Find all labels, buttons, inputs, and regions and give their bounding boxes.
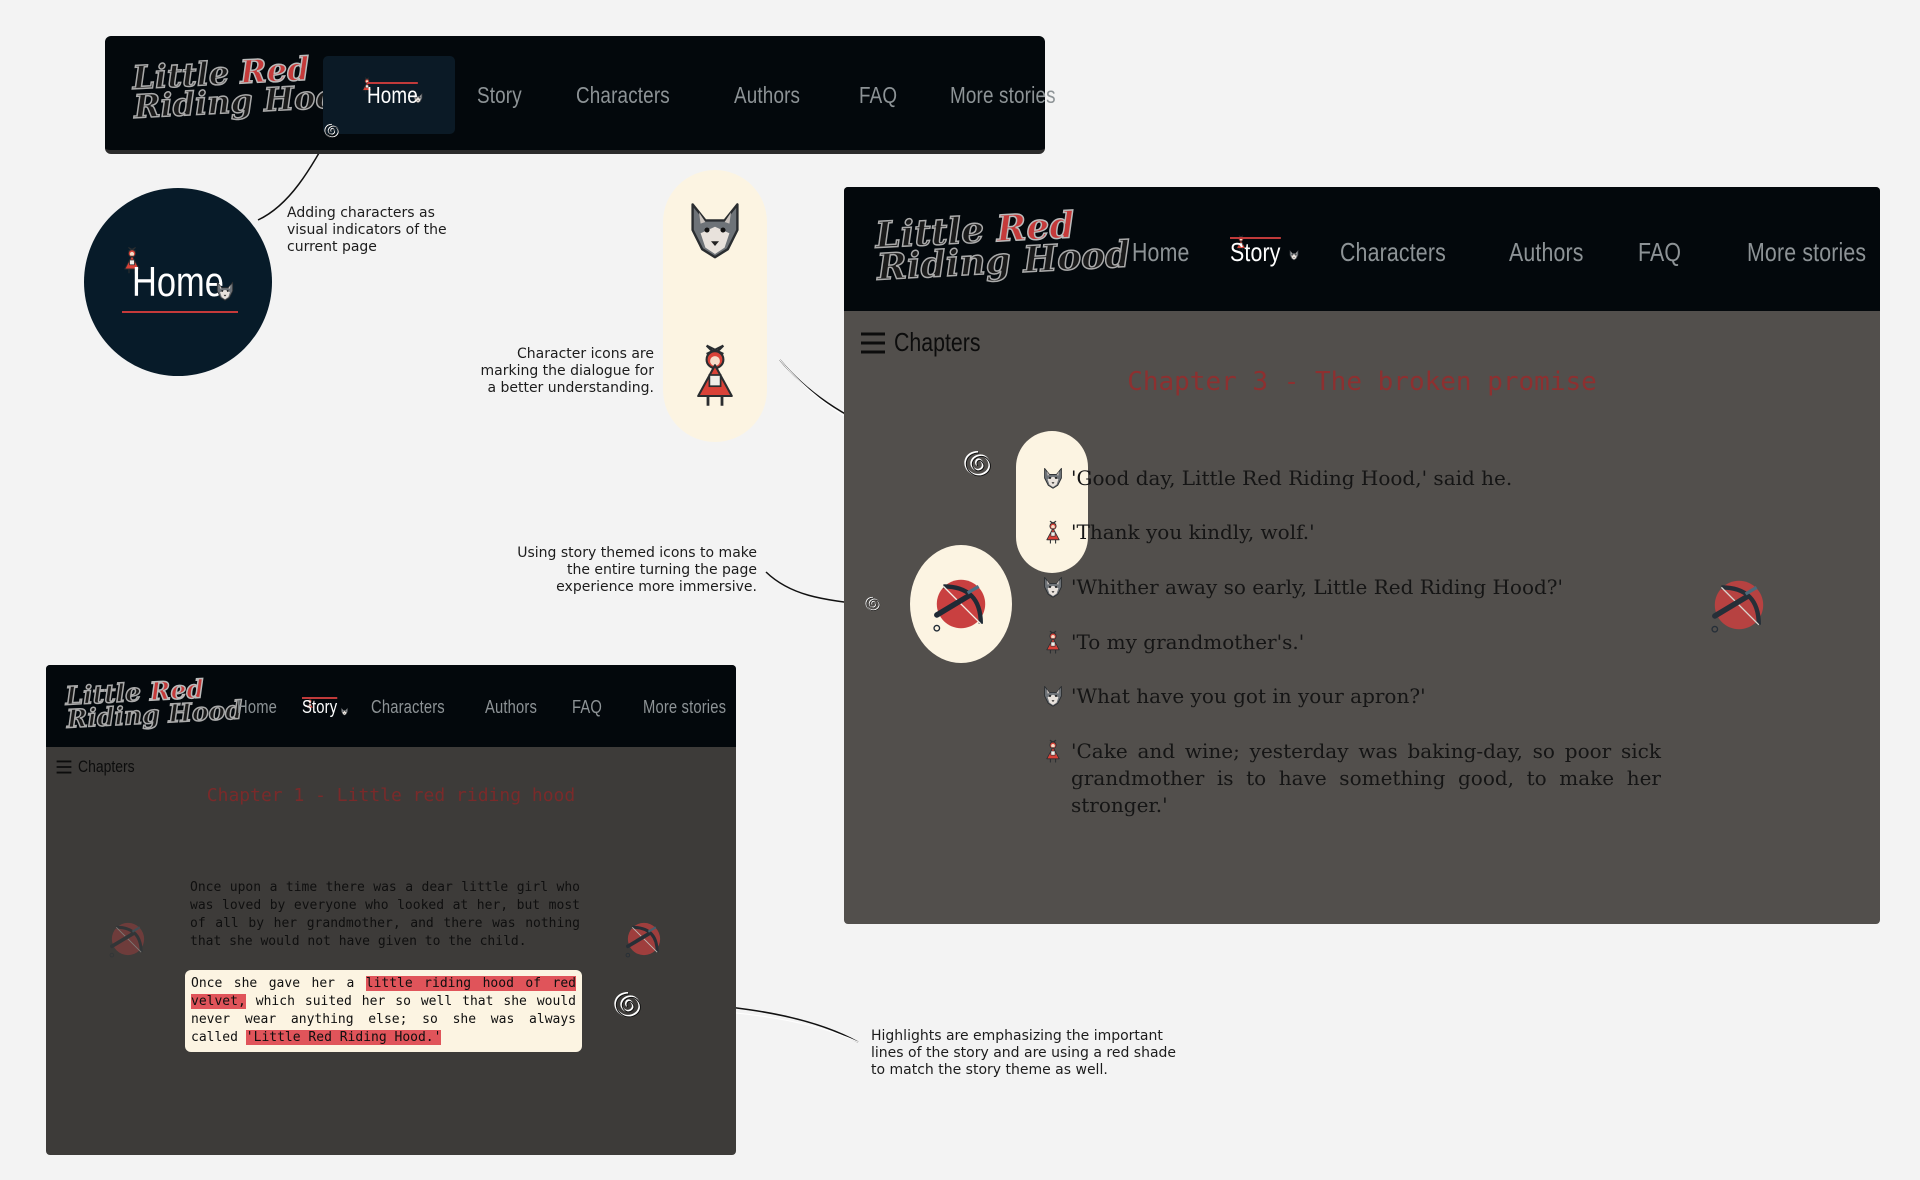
nav-item-authors[interactable]: Authors [485, 697, 537, 718]
nav-item-home[interactable]: Home [237, 697, 277, 718]
scribble-connector-icon [958, 444, 998, 484]
hamburger-menu-icon [861, 332, 885, 353]
nav-item-more-stories[interactable]: More stories [643, 697, 726, 718]
crossbow-icon [106, 917, 150, 961]
wolf-icon [1041, 465, 1065, 491]
chapter-title: Chapter 3 - The broken promise [1127, 367, 1597, 397]
nav-item-faq[interactable]: FAQ [859, 82, 897, 109]
nav-item-story[interactable]: Story [477, 82, 522, 109]
crossbow-highlight-circle [910, 545, 1012, 663]
crossbow-icon [1706, 572, 1772, 638]
wolf-icon [1041, 683, 1065, 709]
dialogue-text: 'To my grandmother's.' [1071, 630, 1305, 654]
dialogue-line: 'Thank you kindly, wolf.' [1041, 519, 1661, 546]
text-highlight: 'Little Red Riding Hood.' [245, 1030, 442, 1045]
wolf-icon [214, 280, 236, 302]
scribble-connector-icon [321, 120, 343, 142]
story-paragraph-2: Once she gave her a little riding hood o… [191, 976, 576, 1045]
nav-item-story[interactable]: Story [301, 696, 338, 718]
site-logo[interactable]: Little Red Riding Hood [873, 204, 1132, 290]
nav-item-authors[interactable]: Authors [734, 82, 800, 109]
chapter-title: Chapter 1 - Little red riding hood [206, 785, 576, 806]
icon-highlight-pill [1016, 431, 1088, 573]
red-riding-hood-icon [1041, 519, 1065, 545]
nav-item-more-stories[interactable]: More stories [950, 82, 1056, 109]
annotation-current-page: Adding characters as visual indicators o… [287, 205, 447, 255]
story-paragraph-1: Once upon a time there was a dear little… [190, 880, 580, 949]
red-riding-hood-icon [687, 335, 743, 415]
chapters-menu-button[interactable]: Chapters [860, 327, 1000, 358]
scribble-connector-icon [608, 985, 648, 1025]
hamburger-menu-icon [56, 760, 72, 774]
chapter1-navbar: Little Red Riding Hood Home Story Charac… [46, 665, 736, 747]
crossbow-icon [622, 917, 666, 961]
magnifier-underline [122, 311, 238, 313]
nav-item-characters[interactable]: Characters [576, 82, 670, 109]
home-magnifier: Home [84, 188, 272, 376]
nav-item-story[interactable]: Story [1230, 236, 1281, 268]
dialogue-line: 'Good day, Little Red Riding Hood,' said… [1041, 465, 1661, 492]
nav-item-more-stories[interactable]: More stories [1747, 237, 1866, 268]
nav-item-characters[interactable]: Characters [371, 697, 445, 718]
nav-item-authors[interactable]: Authors [1509, 237, 1584, 268]
dialogue-line: 'To my grandmother's.' [1041, 629, 1661, 656]
dialogue-text: 'Whither away so early, Little Red Ridin… [1071, 575, 1564, 599]
chapter3-panel: Little Red Riding Hood Home Story Charac… [844, 187, 1880, 924]
nav-item-home[interactable]: Home [1132, 237, 1190, 268]
annotation-themed-icons: Using story themed icons to make the ent… [517, 545, 757, 595]
annotation-character-icons: Character icons are marking the dialogue… [480, 346, 655, 396]
chapters-label: Chapters [78, 757, 135, 776]
dialogue-text: 'Thank you kindly, wolf.' [1071, 520, 1315, 544]
dialogue-line: 'Whither away so early, Little Red Ridin… [1041, 574, 1661, 601]
nav-item-characters[interactable]: Characters [1340, 237, 1446, 268]
nav-menu: Home Story Characters Authors FAQ More s… [1132, 235, 1880, 269]
red-riding-hood-icon [1041, 738, 1065, 764]
nav-item-faq[interactable]: FAQ [1638, 237, 1681, 268]
site-logo[interactable]: Little Red Riding Hood [64, 674, 244, 734]
nav-item-faq[interactable]: FAQ [572, 697, 602, 718]
nav-item-home[interactable]: Home [367, 81, 419, 109]
character-icons-pill [663, 170, 767, 442]
annotation-highlights: Highlights are emphasizing the important… [871, 1028, 1177, 1078]
chapters-menu-button[interactable]: Chapters [56, 757, 147, 777]
dialogue-text: 'What have you got in your apron?' [1071, 684, 1426, 708]
wolf-icon [1041, 574, 1065, 600]
dialogue-line: 'Cake and wine; yesterday was baking-day… [1041, 738, 1661, 819]
dialogue-line: 'What have you got in your apron?' [1041, 683, 1661, 710]
dialogue-text: 'Good day, Little Red Riding Hood,' said… [1071, 466, 1513, 490]
dialogue-text: 'Cake and wine; yesterday was baking-day… [1071, 739, 1661, 817]
red-riding-hood-icon [1041, 629, 1065, 655]
wolf-icon [683, 198, 747, 262]
chapter1-panel: Little Red Riding Hood Home Story Charac… [46, 665, 736, 1155]
crossbow-icon [928, 571, 994, 637]
nav-menu: Home Story Characters Authors FAQ More s… [367, 80, 1079, 110]
scribble-connector-icon [862, 593, 884, 615]
highlighted-paragraph-card: Once she gave her a little riding hood o… [185, 970, 582, 1052]
nav-menu: Home Story Characters Authors FAQ More s… [237, 695, 736, 719]
chapter3-navbar: Little Red Riding Hood Home Story Charac… [844, 187, 1880, 311]
magnifier-home-label: Home [132, 258, 224, 305]
chapters-label: Chapters [894, 327, 981, 357]
top-navbar: Little Red Riding Hood Home Story Charac… [105, 36, 1055, 154]
